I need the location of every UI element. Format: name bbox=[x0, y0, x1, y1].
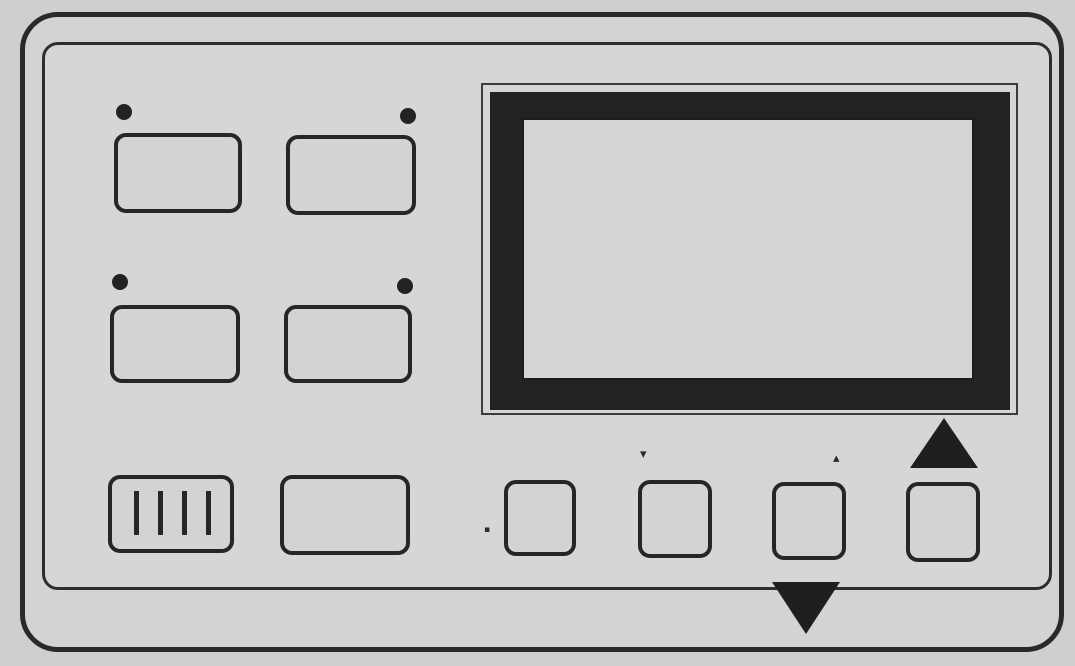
up-arrow-icon bbox=[910, 418, 978, 468]
button-2[interactable] bbox=[286, 135, 416, 215]
button-6[interactable] bbox=[280, 475, 410, 555]
button-9-up[interactable] bbox=[772, 482, 846, 560]
striped-button[interactable] bbox=[108, 475, 234, 553]
small-mark-icon: ▪ bbox=[484, 525, 491, 535]
indicator-led-4 bbox=[397, 278, 413, 294]
indicator-led-1 bbox=[116, 104, 132, 120]
button-3[interactable] bbox=[110, 305, 240, 383]
button-10[interactable] bbox=[906, 482, 980, 562]
stripe-icon-3 bbox=[182, 491, 187, 535]
indicator-led-3 bbox=[112, 274, 128, 290]
button-4[interactable] bbox=[284, 305, 412, 383]
button-7[interactable] bbox=[504, 480, 576, 556]
down-marker-icon: ▾ bbox=[640, 447, 647, 462]
stripe-icon-4 bbox=[206, 491, 211, 535]
button-8-down[interactable] bbox=[638, 480, 712, 558]
stripe-icon-2 bbox=[158, 491, 163, 535]
down-arrow-icon bbox=[772, 582, 840, 634]
up-marker-icon: ▴ bbox=[833, 451, 840, 466]
button-1[interactable] bbox=[114, 133, 242, 213]
indicator-led-2 bbox=[400, 108, 416, 124]
lcd-display bbox=[522, 118, 974, 380]
stripe-icon-1 bbox=[134, 491, 139, 535]
